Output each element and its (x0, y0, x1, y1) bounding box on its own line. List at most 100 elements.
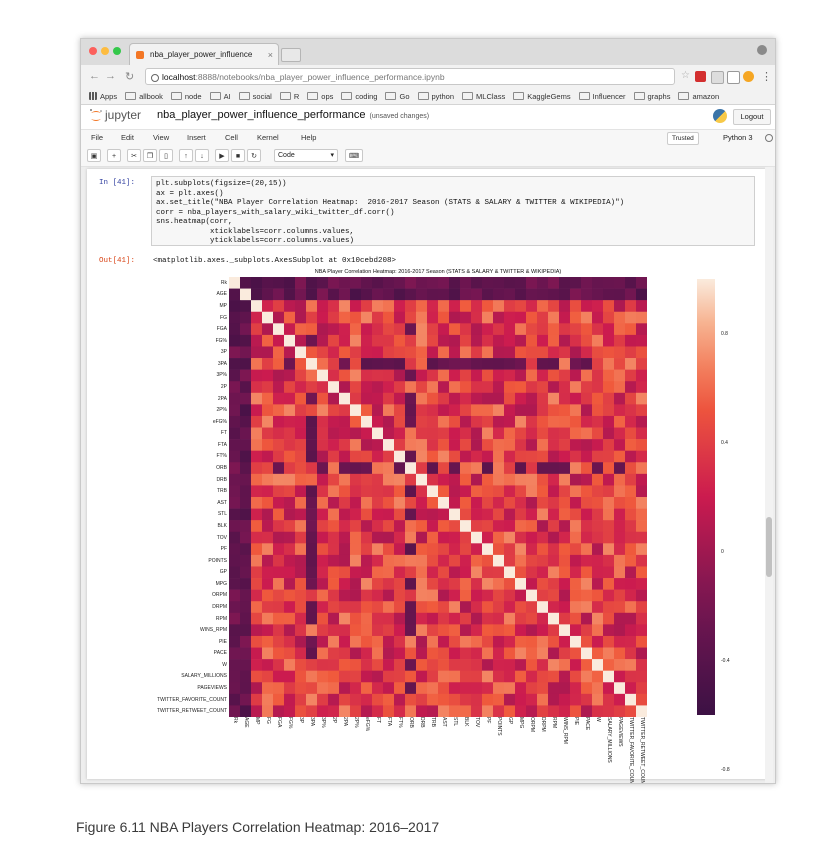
bookmark-influencer[interactable]: Influencer (579, 89, 626, 104)
heatmap-cell (350, 334, 362, 347)
heatmap-cell (438, 497, 450, 509)
paste-icon[interactable]: ▯ (159, 149, 173, 162)
copy-icon[interactable]: ❐ (143, 149, 157, 162)
close-tab-icon[interactable]: × (268, 44, 273, 65)
user-profile-icon[interactable] (757, 45, 767, 55)
heatmap-cell (636, 300, 647, 313)
heatmap-cell (438, 462, 450, 475)
bookmark-social[interactable]: social (239, 89, 272, 104)
heatmap-cell (482, 554, 494, 567)
cell-type-select[interactable]: Code (274, 149, 338, 162)
logout-button[interactable]: Logout (733, 109, 771, 125)
heatmap-cell (317, 485, 329, 498)
new-tab-button[interactable] (281, 48, 301, 62)
keyboard-icon[interactable]: ⌨ (345, 149, 363, 162)
move-up-icon[interactable]: ↑ (179, 149, 193, 162)
heatmap-cell (372, 358, 384, 370)
heatmap-cell (603, 450, 615, 463)
notebook-scrollbar[interactable] (765, 167, 773, 783)
heatmap-cell (526, 531, 538, 544)
bookmark-coding[interactable]: coding (341, 89, 377, 104)
code-cell-editor[interactable]: plt.subplots(figsize=(20,15)) ax = plt.ax… (151, 176, 755, 246)
bookmark-ai[interactable]: AI (210, 89, 231, 104)
heatmap-cell (537, 415, 549, 428)
heatmap-cell (339, 311, 351, 324)
heatmap-cell (383, 288, 395, 301)
y-tick-label: ORB (216, 465, 227, 472)
heatmap-cell (394, 635, 406, 648)
bookmark-ops[interactable]: ops (307, 89, 333, 104)
bookmark-node[interactable]: node (171, 89, 202, 104)
heatmap-cell (339, 693, 351, 706)
scrollbar-thumb[interactable] (766, 517, 772, 577)
menu-edit[interactable]: Edit (121, 130, 134, 146)
heatmap-cell (625, 311, 637, 324)
menu-view[interactable]: View (153, 130, 169, 146)
heatmap-cell (526, 624, 538, 637)
close-window-button[interactable] (89, 47, 97, 55)
heatmap-cell (328, 508, 340, 521)
bookmark-r[interactable]: R (280, 89, 299, 104)
bookmark-apps[interactable]: Apps (89, 89, 117, 104)
heatmap-cell (295, 485, 307, 498)
heatmap-cell (361, 358, 373, 370)
code-line: ax.set_title("NBA Player Correlation Hea… (156, 199, 625, 207)
notebook-name[interactable]: nba_player_power_influence_performance (u… (157, 109, 429, 121)
bookmark-kagglegems[interactable]: KaggleGems (513, 89, 570, 104)
x-tick-label: WINS_RPM (561, 717, 568, 744)
heatmap-cell (405, 554, 417, 567)
forward-icon[interactable]: → (105, 70, 116, 82)
reload-icon[interactable]: ↻ (125, 70, 134, 83)
zoom-window-button[interactable] (113, 47, 121, 55)
stop-icon[interactable]: ■ (231, 149, 245, 162)
heatmap-cell (394, 427, 406, 440)
heatmap-cell (570, 462, 582, 475)
menu-kernel[interactable]: Kernel (257, 130, 279, 146)
menu-file[interactable]: File (91, 130, 103, 146)
add-cell-icon[interactable]: + (107, 149, 121, 162)
heatmap-cell (603, 554, 615, 567)
bookmark-python[interactable]: python (418, 89, 455, 104)
back-icon[interactable]: ← (89, 70, 100, 82)
minimize-window-button[interactable] (101, 47, 109, 55)
heatmap-cell (295, 369, 307, 382)
bookmark-graphs[interactable]: graphs (634, 89, 671, 104)
menu-cell[interactable]: Cell (225, 130, 238, 146)
jupyter-brand[interactable]: jupyter (105, 108, 141, 122)
restart-icon[interactable]: ↻ (247, 149, 261, 162)
heatmap-cell (636, 635, 647, 648)
extension-orange-icon[interactable] (743, 71, 754, 82)
menu-insert[interactable]: Insert (187, 130, 206, 146)
browser-tab[interactable]: nba_player_power_influence × (129, 43, 279, 65)
bookmark-star-icon[interactable]: ☆ (681, 70, 690, 81)
heatmap-cell (262, 311, 274, 324)
menu-help[interactable]: Help (301, 130, 316, 146)
heatmap-cell (614, 682, 626, 695)
heatmap-cell (427, 647, 439, 660)
heatmap-cell (405, 508, 417, 521)
move-down-icon[interactable]: ↓ (195, 149, 209, 162)
heatmap-cell (295, 589, 307, 602)
heatmap-cell (328, 450, 340, 463)
browser-menu-icon[interactable]: ⋮ (761, 70, 772, 83)
run-icon[interactable]: ▶ (215, 149, 229, 162)
bookmark-allbook[interactable]: allbook (125, 89, 163, 104)
bookmark-go[interactable]: Go (385, 89, 409, 104)
cut-icon[interactable]: ✂ (127, 149, 141, 162)
url-field[interactable]: localhost:8888/notebooks/nba_player_powe… (145, 68, 675, 85)
heatmap-cell (339, 439, 351, 451)
heatmap-cell (482, 439, 494, 451)
extension-shield-icon[interactable] (695, 71, 706, 82)
bookmark-amazon[interactable]: amazon (678, 89, 719, 104)
extension-icon[interactable] (711, 71, 724, 84)
save-icon[interactable]: ▣ (87, 149, 101, 162)
extension-page-icon[interactable] (727, 71, 740, 84)
trusted-badge[interactable]: Trusted (667, 132, 699, 145)
heatmap-cell (262, 693, 274, 706)
heatmap-cell (416, 693, 428, 706)
heatmap-cell (317, 531, 329, 544)
heatmap-cell (383, 311, 395, 324)
kernel-status-icon (765, 134, 773, 142)
bookmark-mlclass[interactable]: MLClass (462, 89, 505, 104)
heatmap-cell (515, 415, 527, 428)
